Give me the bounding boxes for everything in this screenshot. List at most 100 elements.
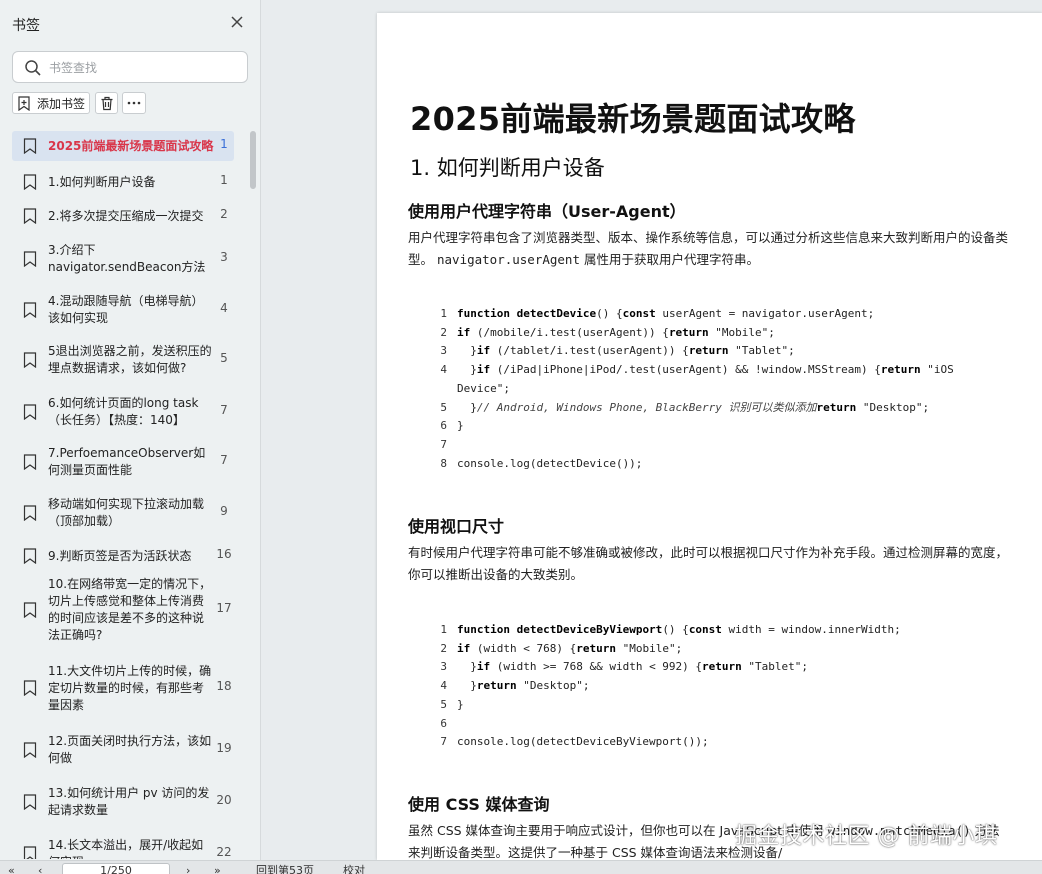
- code-line: 4 }return "Desktop";: [435, 677, 995, 696]
- bookmark-label: 10.在网络带宽一定的情况下，切片上传感觉和整体上传消费的时间应该是差不多的这种…: [48, 577, 212, 642]
- line-number: 6: [440, 419, 447, 433]
- sidebar-header: 书签: [0, 0, 261, 46]
- code-line: 1 function detectDevice() {const userAgen…: [435, 305, 995, 324]
- bookmark-item[interactable]: 11.大文件切片上传的时候，确定切片数量的时候，有那些考量因素 18: [12, 657, 234, 719]
- delete-bookmark-button[interactable]: [95, 92, 118, 114]
- bookmark-page-number: 22: [216, 845, 232, 859]
- bookmark-item[interactable]: 3.介绍下navigator.sendBeacon方法 3: [12, 233, 234, 285]
- status-bar: « ‹ 1/250 › » 回到第53页 校对: [0, 860, 1042, 874]
- bookmark-search-input[interactable]: [49, 58, 239, 78]
- line-number: 7: [440, 437, 447, 451]
- bookmark-item[interactable]: 4.混动跟随导航（电梯导航）该如何实现 4: [12, 285, 234, 335]
- subsection-heading: 使用视口尺寸: [408, 517, 505, 536]
- line-number: 8: [440, 456, 447, 470]
- code-line: 4 }if (/iPad|iPhone|iPod/.test(userAgent…: [435, 361, 995, 398]
- line-number: 2: [440, 641, 447, 655]
- bookmark-label: 13.如何统计用户 pv 访问的发起请求数量: [48, 786, 210, 817]
- subsection-heading: 使用 CSS 媒体查询: [408, 795, 550, 814]
- paragraph-text: 属性用于获取用户代理字符串。: [583, 252, 759, 267]
- section-title: 1. 如何判断用户设备: [410, 156, 605, 180]
- bookmark-page-number: 2: [220, 207, 228, 221]
- code-block: 1 function detectDeviceByViewport() {cons…: [435, 621, 995, 752]
- bookmark-page-number: 5: [220, 351, 228, 365]
- code-line: 5}: [435, 696, 995, 715]
- bookmark-label: 2025前端最新场景题面试攻略: [48, 139, 214, 153]
- bookmark-label: 11.大文件切片上传的时候，确定切片数量的时候，有那些考量因素: [48, 664, 212, 712]
- bookmark-page-number: 4: [220, 301, 228, 315]
- first-page-icon[interactable]: «: [8, 864, 15, 874]
- bookmark-page-number: 20: [216, 793, 232, 807]
- bookmark-list: 2025前端最新场景题面试攻略 1 1.如何判断用户设备 1 2.将多次提交压缩成一次提…: [0, 129, 248, 859]
- bookmark-page-number: 16: [216, 547, 232, 561]
- bookmark-icon: [23, 352, 37, 368]
- page-indicator-input[interactable]: 1/250: [62, 863, 170, 874]
- line-number: 1: [440, 623, 447, 636]
- code-line: 8 console.log(detectDevice());: [435, 455, 995, 474]
- bookmark-item[interactable]: 12.页面关闭时执行方法，该如何做 19: [12, 725, 234, 775]
- bookmark-item[interactable]: 9.判断页签是否为活跃状态 16: [12, 539, 234, 573]
- bookmark-item[interactable]: 7.PerfoemanceObserver如何测量页面性能 7: [12, 437, 234, 487]
- bookmark-label: 6.如何统计页面的long task（长任务）【热度：140】: [48, 396, 199, 427]
- document-title: 2025前端最新场景题面试攻略: [410, 100, 856, 138]
- bookmark-item[interactable]: 10.在网络带宽一定的情况下，切片上传感觉和整体上传消费的时间应该是差不多的这种…: [12, 573, 234, 647]
- line-number: 6: [440, 716, 447, 730]
- bookmark-item[interactable]: 6.如何统计页面的long task（长任务）【热度：140】 7: [12, 387, 234, 437]
- bookmark-scrollbar[interactable]: [249, 129, 257, 859]
- bookmark-item[interactable]: 13.如何统计用户 pv 访问的发起请求数量 20: [12, 777, 234, 827]
- code-line: 7: [435, 436, 995, 455]
- next-page-icon[interactable]: ›: [186, 864, 190, 874]
- code-line: 3 }if (/tablet/i.test(userAgent)) {retur…: [435, 342, 995, 361]
- bookmark-item[interactable]: 5退出浏览器之前，发送积压的埋点数据请求，该如何做? 5: [12, 335, 234, 385]
- bookmark-label: 3.介绍下navigator.sendBeacon方法: [48, 243, 206, 274]
- bookmark-label: 14.长文本溢出，展开/收起如何实现: [48, 838, 204, 859]
- code-line: 2 if (width < 768) {return "Mobile";: [435, 640, 995, 659]
- watermark: 掘金技术社区 @ 前端小琪: [735, 824, 998, 849]
- close-icon[interactable]: [228, 13, 246, 31]
- bookmark-icon: [23, 846, 37, 859]
- subsection-heading: 使用用户代理字符串（User-Agent）: [408, 202, 686, 221]
- bookmark-icon: [23, 404, 37, 420]
- bookmark-search-box[interactable]: [12, 51, 248, 83]
- line-number: 7: [440, 735, 447, 749]
- bookmark-page-number: 17: [216, 601, 232, 615]
- line-number: 3: [440, 344, 447, 358]
- bookmark-item[interactable]: 1.如何判断用户设备 1: [12, 165, 234, 199]
- line-number: 5: [440, 400, 447, 414]
- add-bookmark-button[interactable]: 添加书签: [12, 92, 90, 114]
- more-options-button[interactable]: [122, 92, 146, 114]
- bookmark-label: 12.页面关闭时执行方法，该如何做: [48, 734, 212, 765]
- trash-icon: [101, 96, 112, 110]
- search-icon: [25, 60, 41, 76]
- bookmark-item[interactable]: 14.长文本溢出，展开/收起如何实现 22: [12, 829, 234, 859]
- paragraph: 有时候用户代理字符串可能不够准确或被修改，此时可以根据视口尺寸作为补充手段。通过…: [408, 545, 1009, 582]
- paragraph: 用户代理字符串包含了浏览器类型、版本、操作系统等信息，可以通过分析这些信息来大致…: [408, 227, 1008, 271]
- line-number: 5: [440, 697, 447, 711]
- bookmark-label: 移动端如何实现下拉滚动加载（顶部加载）: [48, 497, 205, 528]
- bookmark-icon: [23, 680, 37, 696]
- line-number: 3: [440, 660, 447, 674]
- bookmark-label: 5退出浏览器之前，发送积压的埋点数据请求，该如何做?: [48, 344, 212, 375]
- bookmark-label: 2.将多次提交压缩成一次提交: [48, 209, 204, 223]
- bookmark-page-number: 1: [220, 173, 228, 187]
- add-bookmark-icon: [18, 95, 30, 111]
- line-number: 4: [440, 363, 447, 377]
- goto-page-button[interactable]: 回到第53页: [256, 864, 314, 874]
- bookmark-item[interactable]: 移动端如何实现下拉滚动加载（顶部加载） 9: [12, 487, 234, 539]
- bookmark-item[interactable]: 2025前端最新场景题面试攻略 1: [12, 131, 234, 161]
- add-bookmark-label: 添加书签: [37, 96, 86, 111]
- bookmark-item[interactable]: 2.将多次提交压缩成一次提交 2: [12, 199, 234, 233]
- bookmark-icon: [23, 138, 37, 154]
- bookmark-icon: [23, 251, 37, 267]
- last-page-icon[interactable]: »: [214, 864, 221, 874]
- bookmark-label: 4.混动跟随导航（电梯导航）该如何实现: [48, 294, 204, 325]
- proofread-button[interactable]: 校对: [343, 864, 365, 874]
- line-number: 4: [440, 679, 447, 693]
- code-line: 5 }// Android, Windows Phone, BlackBerry…: [435, 399, 995, 418]
- bookmark-page-number: 7: [220, 453, 228, 467]
- code-line: 1 function detectDeviceByViewport() {cons…: [435, 621, 995, 640]
- bookmark-page-number: 3: [220, 250, 228, 264]
- code-line: 6}: [435, 417, 995, 436]
- bookmark-icon: [23, 454, 37, 470]
- bookmark-scroll-thumb[interactable]: [250, 131, 256, 189]
- prev-page-icon[interactable]: ‹: [38, 864, 42, 874]
